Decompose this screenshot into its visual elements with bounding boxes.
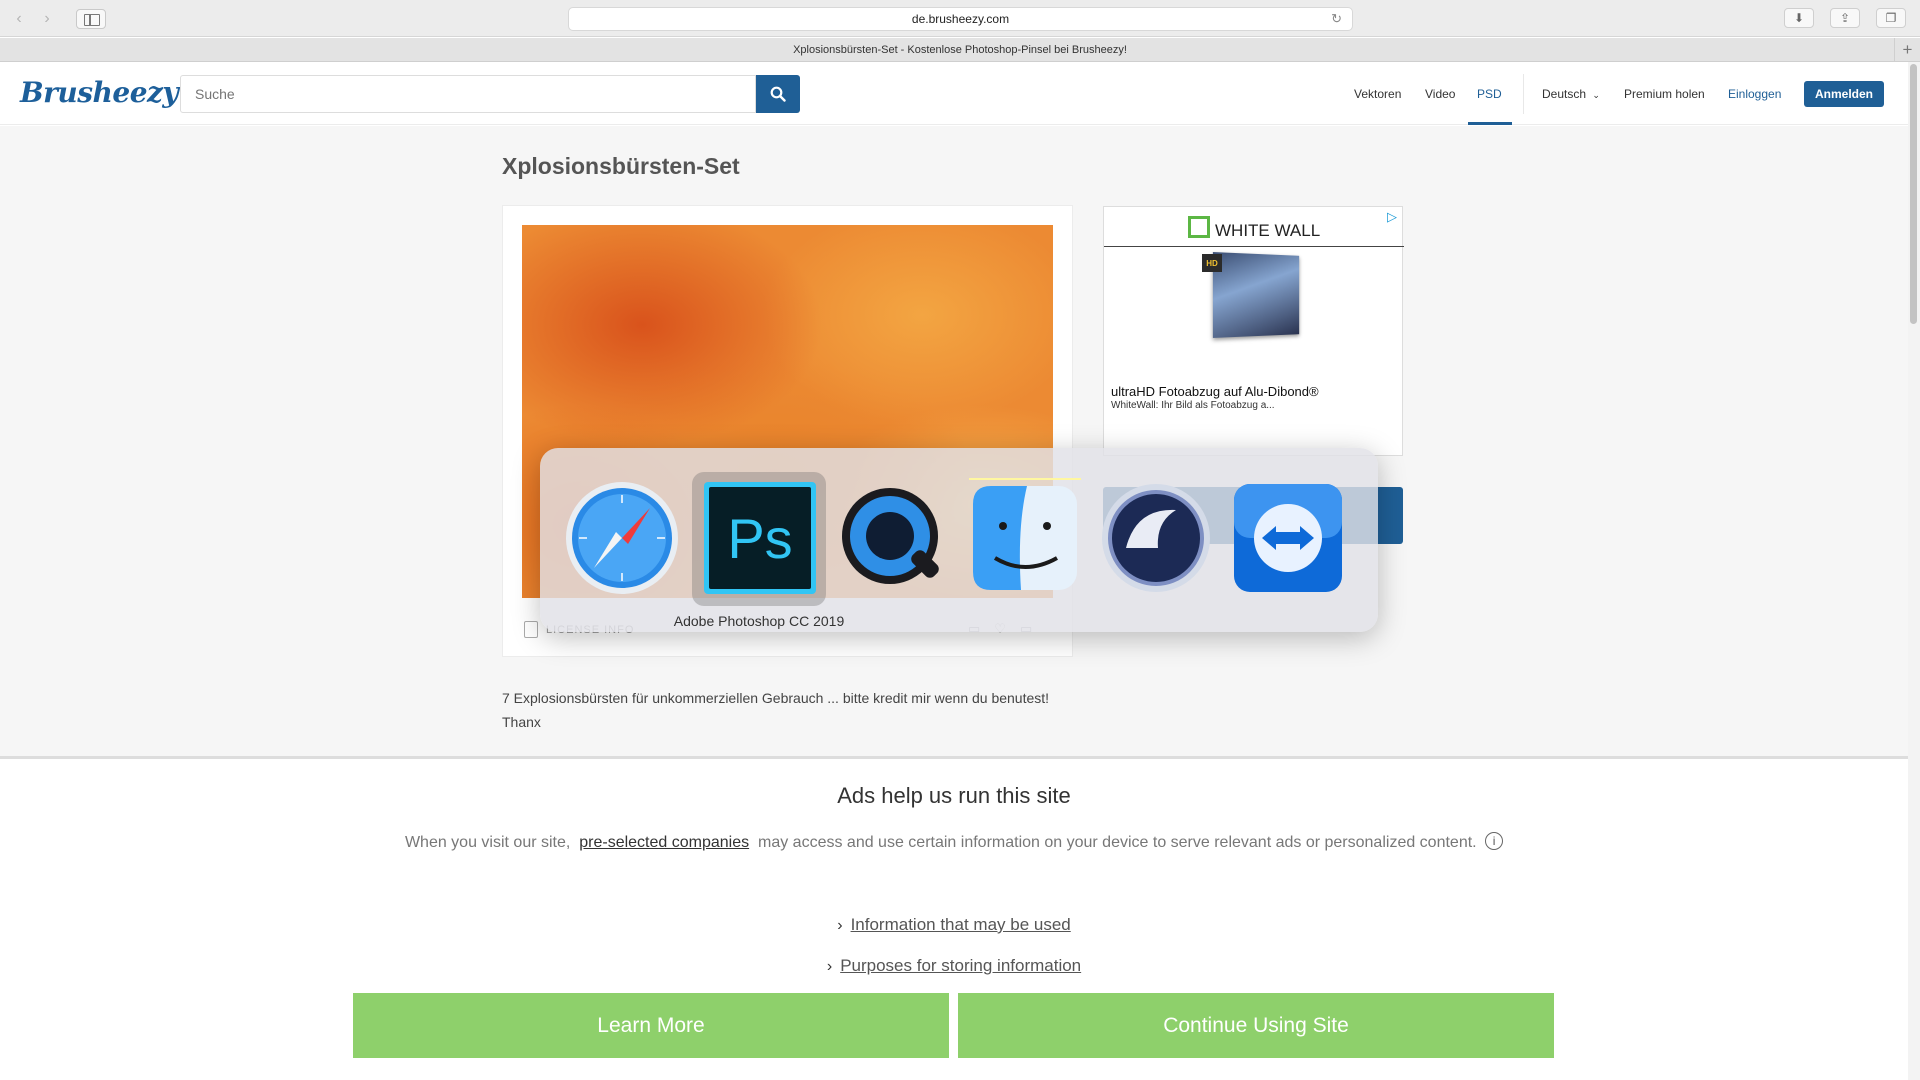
back-button[interactable]: ‹ [8,9,30,29]
ad-banner[interactable]: WHITE WALL ▷ HD ultraHD Fotoabzug auf Al… [1103,206,1404,456]
description-text: 7 Explosionsbürsten für unkommerziellen … [502,690,1050,706]
description: 7 Explosionsbürsten für unkommerziellen … [502,686,1049,734]
nav-psd[interactable]: PSD [1477,87,1502,101]
consent-text-after: may access and use certain information o… [758,834,1477,851]
quicktime-icon[interactable] [832,478,952,598]
search-input[interactable] [180,75,756,113]
signup-button[interactable]: Anmelden [1804,81,1884,107]
information-expander[interactable]: › Information that may be used [0,915,1908,935]
safari-icon[interactable] [562,478,682,598]
address-bar[interactable]: de.brusheezy.com ↻ [568,7,1353,31]
document-icon [524,621,538,638]
pre-selected-companies-link[interactable]: pre-selected companies [579,834,749,851]
sidebar-toggle-button[interactable] [76,9,106,29]
tab-bar: Xplosionsbürsten-Set - Kostenlose Photos… [0,38,1920,62]
nav-vectors[interactable]: Vektoren [1354,87,1401,101]
language-select[interactable]: Deutsch ⌄ [1542,87,1600,101]
site-header: Brusheezy Vektoren Video PSD Deutsch ⌄ P… [0,62,1908,125]
teamviewer-icon[interactable] [1228,478,1348,598]
chevron-right-icon: › [826,958,833,975]
continue-button[interactable]: Continue Using Site [958,993,1554,1058]
reload-icon[interactable]: ↻ [1331,11,1342,27]
nav-video[interactable]: Video [1425,87,1455,101]
ad-brand: WHITE WALL [1215,221,1321,240]
share-icon[interactable]: ⇪ [1830,8,1860,28]
ad-subline: WhiteWall: Ihr Bild als Fotoabzug a... [1111,400,1275,411]
information-link[interactable]: Information that may be used [851,915,1071,934]
browser-toolbar: ‹ › de.brusheezy.com ↻ ⬇ ⇪ ❐ [0,0,1920,37]
photoshop-icon[interactable]: Ps [700,478,820,598]
ad-divider [1104,246,1404,247]
ad-headline: ultraHD Fotoabzug auf Alu-Dibond® [1111,384,1319,399]
header-divider [1523,74,1524,114]
nav-active-indicator [1468,122,1512,125]
forward-button[interactable]: › [36,9,58,29]
app-switcher: Ps Adobe Photoshop CC 2019 [540,448,1378,632]
selected-app-label: Adobe Photoshop CC 2019 [673,613,845,629]
chevron-right-icon: › [837,917,843,934]
description-thanks: Thanx [502,714,541,730]
downloads-icon[interactable]: ⬇ [1784,8,1814,28]
photoshop-label: Ps [727,507,792,570]
whitewall-logo-icon [1188,216,1210,238]
info-icon[interactable]: i [1485,832,1504,850]
ad-product-image [1212,252,1300,338]
scrollbar-thumb[interactable] [1910,64,1917,324]
search-icon [770,86,786,102]
consent-title: Ads help us run this site [837,783,1071,808]
search-button[interactable] [756,75,800,113]
page-title: Xplosionsbürsten-Set [502,153,740,179]
brusheezy-logo[interactable]: Brusheezy [20,76,179,109]
premium-link[interactable]: Premium holen [1624,87,1705,101]
tab-title[interactable]: Xplosionsbürsten-Set - Kostenlose Photos… [793,44,1127,56]
consent-panel: Ads help us run this site When you visit… [0,756,1908,1080]
adchoices-icon[interactable]: ▷ [1387,209,1397,225]
login-link[interactable]: Einloggen [1728,87,1781,101]
language-label: Deutsch [1542,87,1587,101]
url-text: de.brusheezy.com [911,12,1010,26]
ad-hd-badge: HD [1202,254,1222,272]
cinema4d-icon[interactable] [1096,478,1216,598]
new-tab-icon[interactable]: + [1894,38,1920,62]
purposes-expander[interactable]: › Purposes for storing information [0,956,1908,976]
finder-icon[interactable] [965,478,1085,598]
chevron-down-icon: ⌄ [1592,90,1600,100]
consent-text-before: When you visit our site, [404,834,571,851]
learn-more-button[interactable]: Learn More [353,993,949,1058]
tabs-overview-icon[interactable]: ❐ [1876,8,1906,28]
purposes-link[interactable]: Purposes for storing information [840,956,1081,975]
consent-text: When you visit our site, pre-selected co… [370,830,1538,855]
